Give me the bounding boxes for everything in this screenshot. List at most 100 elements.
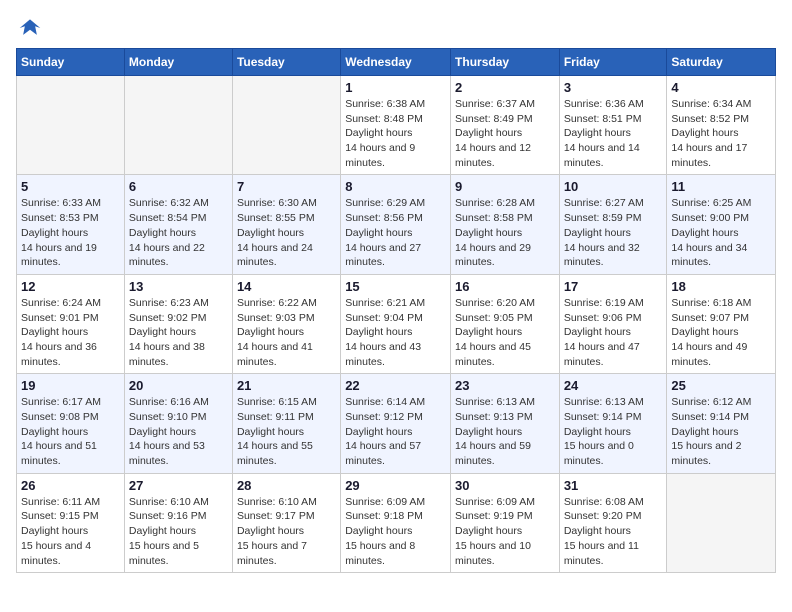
day-info: Sunrise: 6:27 AMSunset: 8:59 PMDaylight … (564, 196, 663, 269)
calendar-week-row: 12 Sunrise: 6:24 AMSunset: 9:01 PMDayligh… (17, 274, 776, 373)
day-info: Sunrise: 6:21 AMSunset: 9:04 PMDaylight … (345, 296, 446, 369)
day-number: 11 (671, 179, 771, 194)
day-info: Sunrise: 6:36 AMSunset: 8:51 PMDaylight … (564, 97, 663, 170)
day-info: Sunrise: 6:25 AMSunset: 9:00 PMDaylight … (671, 196, 771, 269)
day-info: Sunrise: 6:20 AMSunset: 9:05 PMDaylight … (455, 296, 555, 369)
calendar-cell: 7 Sunrise: 6:30 AMSunset: 8:55 PMDaylight… (232, 175, 340, 274)
calendar-cell: 22 Sunrise: 6:14 AMSunset: 9:12 PMDayligh… (341, 374, 451, 473)
day-number: 29 (345, 478, 446, 493)
weekday-header-tuesday: Tuesday (232, 49, 340, 76)
day-info: Sunrise: 6:38 AMSunset: 8:48 PMDaylight … (345, 97, 446, 170)
day-info: Sunrise: 6:34 AMSunset: 8:52 PMDaylight … (671, 97, 771, 170)
day-info: Sunrise: 6:33 AMSunset: 8:53 PMDaylight … (21, 196, 120, 269)
day-info: Sunrise: 6:30 AMSunset: 8:55 PMDaylight … (237, 196, 336, 269)
calendar-cell: 30 Sunrise: 6:09 AMSunset: 9:19 PMDayligh… (451, 473, 560, 572)
day-info: Sunrise: 6:10 AMSunset: 9:17 PMDaylight … (237, 495, 336, 568)
calendar-cell: 1 Sunrise: 6:38 AMSunset: 8:48 PMDaylight… (341, 76, 451, 175)
day-number: 13 (129, 279, 228, 294)
day-info: Sunrise: 6:24 AMSunset: 9:01 PMDaylight … (21, 296, 120, 369)
calendar-cell: 13Sunrise: 6:23 AMSunset: 9:02 PMDayligh… (124, 274, 232, 373)
day-number: 1 (345, 80, 446, 95)
day-info: Sunrise: 6:28 AMSunset: 8:58 PMDaylight … (455, 196, 555, 269)
calendar-week-row: 5 Sunrise: 6:33 AMSunset: 8:53 PMDaylight… (17, 175, 776, 274)
calendar-cell: 18Sunrise: 6:18 AMSunset: 9:07 PMDayligh… (667, 274, 776, 373)
day-number: 21 (237, 378, 336, 393)
calendar-cell: 4 Sunrise: 6:34 AMSunset: 8:52 PMDaylight… (667, 76, 776, 175)
calendar-cell: 10 Sunrise: 6:27 AMSunset: 8:59 PMDayligh… (559, 175, 667, 274)
calendar-cell: 6Sunrise: 6:32 AMSunset: 8:54 PMDaylight… (124, 175, 232, 274)
calendar-cell (17, 76, 125, 175)
weekday-header-friday: Friday (559, 49, 667, 76)
weekday-header-monday: Monday (124, 49, 232, 76)
day-info: Sunrise: 6:09 AMSunset: 9:18 PMDaylight … (345, 495, 446, 568)
day-info: Sunrise: 6:13 AMSunset: 9:14 PMDaylight … (564, 395, 663, 468)
day-number: 19 (21, 378, 120, 393)
calendar-cell (667, 473, 776, 572)
calendar-cell: 14 Sunrise: 6:22 AMSunset: 9:03 PMDayligh… (232, 274, 340, 373)
calendar-cell: 23Sunrise: 6:13 AMSunset: 9:13 PMDayligh… (451, 374, 560, 473)
day-number: 2 (455, 80, 555, 95)
day-number: 30 (455, 478, 555, 493)
calendar-cell: 31 Sunrise: 6:08 AMSunset: 9:20 PMDayligh… (559, 473, 667, 572)
logo-bird-icon (18, 16, 42, 40)
calendar-week-row: 19 Sunrise: 6:17 AMSunset: 9:08 PMDayligh… (17, 374, 776, 473)
day-number: 10 (564, 179, 663, 194)
calendar-week-row: 26Sunrise: 6:11 AMSunset: 9:15 PMDayligh… (17, 473, 776, 572)
calendar-cell: 15 Sunrise: 6:21 AMSunset: 9:04 PMDayligh… (341, 274, 451, 373)
weekday-header-sunday: Sunday (17, 49, 125, 76)
day-number: 12 (21, 279, 120, 294)
day-number: 4 (671, 80, 771, 95)
day-number: 25 (671, 378, 771, 393)
day-number: 23 (455, 378, 555, 393)
day-number: 20 (129, 378, 228, 393)
day-info: Sunrise: 6:16 AMSunset: 9:10 PMDaylight … (129, 395, 228, 468)
calendar-table: SundayMondayTuesdayWednesdayThursdayFrid… (16, 48, 776, 573)
day-number: 27 (129, 478, 228, 493)
calendar-week-row: 1 Sunrise: 6:38 AMSunset: 8:48 PMDaylight… (17, 76, 776, 175)
calendar-cell: 5 Sunrise: 6:33 AMSunset: 8:53 PMDaylight… (17, 175, 125, 274)
day-info: Sunrise: 6:14 AMSunset: 9:12 PMDaylight … (345, 395, 446, 468)
calendar-cell: 29 Sunrise: 6:09 AMSunset: 9:18 PMDayligh… (341, 473, 451, 572)
calendar-cell: 11 Sunrise: 6:25 AMSunset: 9:00 PMDayligh… (667, 175, 776, 274)
calendar-cell: 21Sunrise: 6:15 AMSunset: 9:11 PMDayligh… (232, 374, 340, 473)
weekday-header-saturday: Saturday (667, 49, 776, 76)
day-info: Sunrise: 6:22 AMSunset: 9:03 PMDaylight … (237, 296, 336, 369)
day-number: 22 (345, 378, 446, 393)
weekday-header-thursday: Thursday (451, 49, 560, 76)
calendar-cell (124, 76, 232, 175)
day-info: Sunrise: 6:19 AMSunset: 9:06 PMDaylight … (564, 296, 663, 369)
day-info: Sunrise: 6:29 AMSunset: 8:56 PMDaylight … (345, 196, 446, 269)
logo (16, 16, 42, 36)
day-number: 28 (237, 478, 336, 493)
day-number: 17 (564, 279, 663, 294)
day-number: 31 (564, 478, 663, 493)
calendar-cell: 12 Sunrise: 6:24 AMSunset: 9:01 PMDayligh… (17, 274, 125, 373)
calendar-cell: 25Sunrise: 6:12 AMSunset: 9:14 PMDayligh… (667, 374, 776, 473)
day-number: 14 (237, 279, 336, 294)
calendar-cell: 2 Sunrise: 6:37 AMSunset: 8:49 PMDaylight… (451, 76, 560, 175)
day-number: 15 (345, 279, 446, 294)
calendar-cell: 3 Sunrise: 6:36 AMSunset: 8:51 PMDaylight… (559, 76, 667, 175)
day-number: 18 (671, 279, 771, 294)
page-header (16, 16, 776, 36)
day-info: Sunrise: 6:10 AMSunset: 9:16 PMDaylight … (129, 495, 228, 568)
day-info: Sunrise: 6:37 AMSunset: 8:49 PMDaylight … (455, 97, 555, 170)
calendar-cell: 26Sunrise: 6:11 AMSunset: 9:15 PMDayligh… (17, 473, 125, 572)
day-info: Sunrise: 6:09 AMSunset: 9:19 PMDaylight … (455, 495, 555, 568)
calendar-cell: 19 Sunrise: 6:17 AMSunset: 9:08 PMDayligh… (17, 374, 125, 473)
calendar-cell: 8Sunrise: 6:29 AMSunset: 8:56 PMDaylight… (341, 175, 451, 274)
calendar-cell: 20 Sunrise: 6:16 AMSunset: 9:10 PMDayligh… (124, 374, 232, 473)
day-info: Sunrise: 6:08 AMSunset: 9:20 PMDaylight … (564, 495, 663, 568)
calendar-cell (232, 76, 340, 175)
day-number: 5 (21, 179, 120, 194)
day-number: 7 (237, 179, 336, 194)
day-number: 3 (564, 80, 663, 95)
calendar-cell: 17 Sunrise: 6:19 AMSunset: 9:06 PMDayligh… (559, 274, 667, 373)
day-info: Sunrise: 6:17 AMSunset: 9:08 PMDaylight … (21, 395, 120, 468)
calendar-cell: 27 Sunrise: 6:10 AMSunset: 9:16 PMDayligh… (124, 473, 232, 572)
day-info: Sunrise: 6:11 AMSunset: 9:15 PMDaylight … (21, 495, 120, 568)
calendar-cell: 9Sunrise: 6:28 AMSunset: 8:58 PMDaylight… (451, 175, 560, 274)
day-number: 24 (564, 378, 663, 393)
calendar-cell: 28 Sunrise: 6:10 AMSunset: 9:17 PMDayligh… (232, 473, 340, 572)
calendar-cell: 24 Sunrise: 6:13 AMSunset: 9:14 PMDayligh… (559, 374, 667, 473)
